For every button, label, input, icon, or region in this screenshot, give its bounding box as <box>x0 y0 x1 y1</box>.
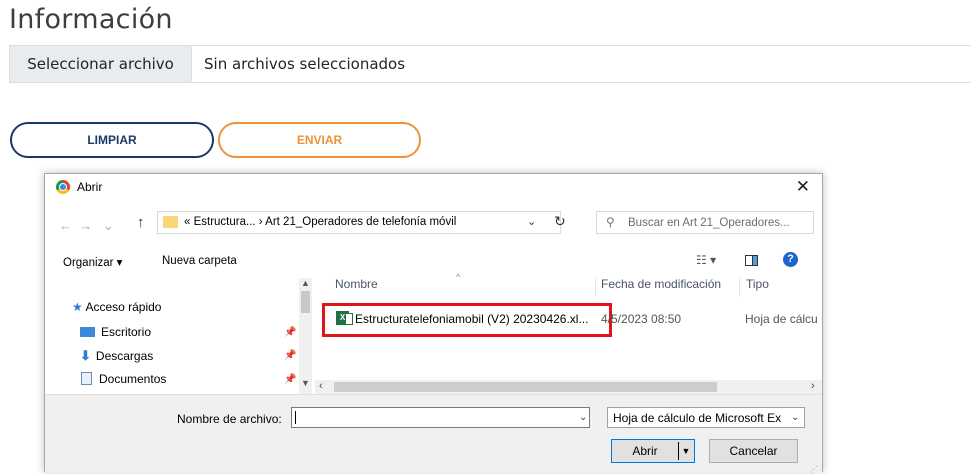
back-forward-icons[interactable]: ← → ⌄ <box>59 218 114 234</box>
column-separator <box>739 277 740 297</box>
navigation-pane: ★ Acceso rápido Escritorio 📌 ⬇ Descargas … <box>45 278 299 394</box>
select-file-button[interactable]: Seleccionar archivo <box>10 46 192 82</box>
file-modified-date: 4/5/2023 08:50 <box>601 312 682 326</box>
column-separator <box>595 277 596 297</box>
chevron-down-icon[interactable]: ⌄ <box>527 215 536 228</box>
nav-label: Descargas <box>95 349 154 363</box>
clear-button[interactable]: LIMPIAR <box>10 122 214 158</box>
nav-item-desktop[interactable]: Escritorio <box>80 325 151 339</box>
nav-label: Acceso rápido <box>85 300 162 314</box>
chevron-down-icon[interactable]: ⌄ <box>579 412 587 423</box>
new-folder-button[interactable]: Nueva carpeta <box>162 255 237 267</box>
star-icon: ★ <box>72 300 83 314</box>
document-icon <box>81 372 92 385</box>
pin-icon: 📌 <box>284 327 297 338</box>
cancel-button[interactable]: Cancelar <box>709 439 798 463</box>
up-arrow-icon[interactable]: ↑ <box>137 214 145 231</box>
column-header-name[interactable]: Nombre <box>335 277 378 297</box>
chrome-icon <box>56 180 70 194</box>
scroll-up-icon[interactable]: ▲ <box>301 278 310 288</box>
scroll-left-icon[interactable]: ‹ <box>319 380 323 392</box>
file-type: Hoja de cálcu <box>745 312 818 326</box>
address-bar[interactable]: « Estructura... › Art 21_Operadores de t… <box>157 211 561 234</box>
column-header-type[interactable]: Tipo <box>746 277 769 297</box>
scroll-thumb[interactable] <box>301 291 310 313</box>
search-placeholder: Buscar en Art 21_Operadores... <box>628 217 790 229</box>
send-button[interactable]: ENVIAR <box>218 122 421 158</box>
open-file-dialog: Abrir ✕ ← → ⌄ ↑ « Estructura... › Art 21… <box>44 173 823 474</box>
pin-icon: 📌 <box>284 374 297 385</box>
nav-item-downloads[interactable]: ⬇ Descargas <box>80 348 153 364</box>
scroll-thumb[interactable] <box>334 382 717 392</box>
scroll-right-icon[interactable]: › <box>811 380 815 392</box>
nav-item-documents[interactable]: Documentos <box>81 372 166 386</box>
organize-menu[interactable]: Organizar ▾ <box>63 255 122 269</box>
chevron-down-icon[interactable]: ⌄ <box>791 412 799 423</box>
dialog-title: Abrir <box>77 180 103 194</box>
open-button[interactable]: Abrir ▼ <box>611 439 695 463</box>
column-header-modified[interactable]: Fecha de modificación <box>601 277 721 297</box>
breadcrumb[interactable]: « Estructura... › Art 21_Operadores de t… <box>184 216 456 228</box>
view-options-icon[interactable]: ☷ ▾ <box>696 253 716 267</box>
filename-label: Nombre de archivo: <box>177 412 282 426</box>
highlight-box <box>322 303 612 337</box>
desktop-icon <box>80 327 95 337</box>
dialog-footer: Nombre de archivo: ⌄ Hoja de cálculo de … <box>45 394 822 474</box>
file-list-hscrollbar[interactable]: ‹ › <box>315 380 822 394</box>
sort-caret-icon: ^ <box>456 272 461 282</box>
nav-label: Documentos <box>99 372 167 386</box>
nav-label: Escritorio <box>101 325 152 339</box>
search-icon: ⚲ <box>606 215 615 229</box>
dialog-titlebar: Abrir ✕ <box>45 174 822 202</box>
resize-grip-icon[interactable]: ⋰ <box>810 465 818 474</box>
scroll-down-icon[interactable]: ▼ <box>301 378 310 388</box>
refresh-icon[interactable]: ↻ <box>554 213 566 230</box>
preview-pane-icon[interactable] <box>745 255 758 266</box>
close-icon[interactable]: ✕ <box>796 177 810 197</box>
nav-scrollbar[interactable]: ▲ ▼ <box>299 278 312 394</box>
open-dropdown-icon[interactable]: ▼ <box>678 442 693 460</box>
nav-quick-access[interactable]: ★ Acceso rápido <box>72 300 161 314</box>
file-status-text: Sin archivos seleccionados <box>204 55 406 73</box>
download-icon: ⬇ <box>80 348 91 363</box>
search-input[interactable]: ⚲ Buscar en Art 21_Operadores... <box>596 211 814 234</box>
filetype-select[interactable]: Hoja de cálculo de Microsoft Ex ⌄ <box>607 407 805 428</box>
text-caret <box>295 411 296 424</box>
help-icon[interactable]: ? <box>783 252 798 267</box>
page-title: Información <box>9 4 173 35</box>
file-input[interactable]: Seleccionar archivo Sin archivos selecci… <box>9 45 971 83</box>
folder-icon <box>163 216 178 228</box>
pin-icon: 📌 <box>284 350 297 361</box>
filename-input[interactable]: ⌄ <box>291 407 590 428</box>
filetype-value: Hoja de cálculo de Microsoft Ex <box>613 411 782 425</box>
open-button-label: Abrir <box>632 444 658 458</box>
